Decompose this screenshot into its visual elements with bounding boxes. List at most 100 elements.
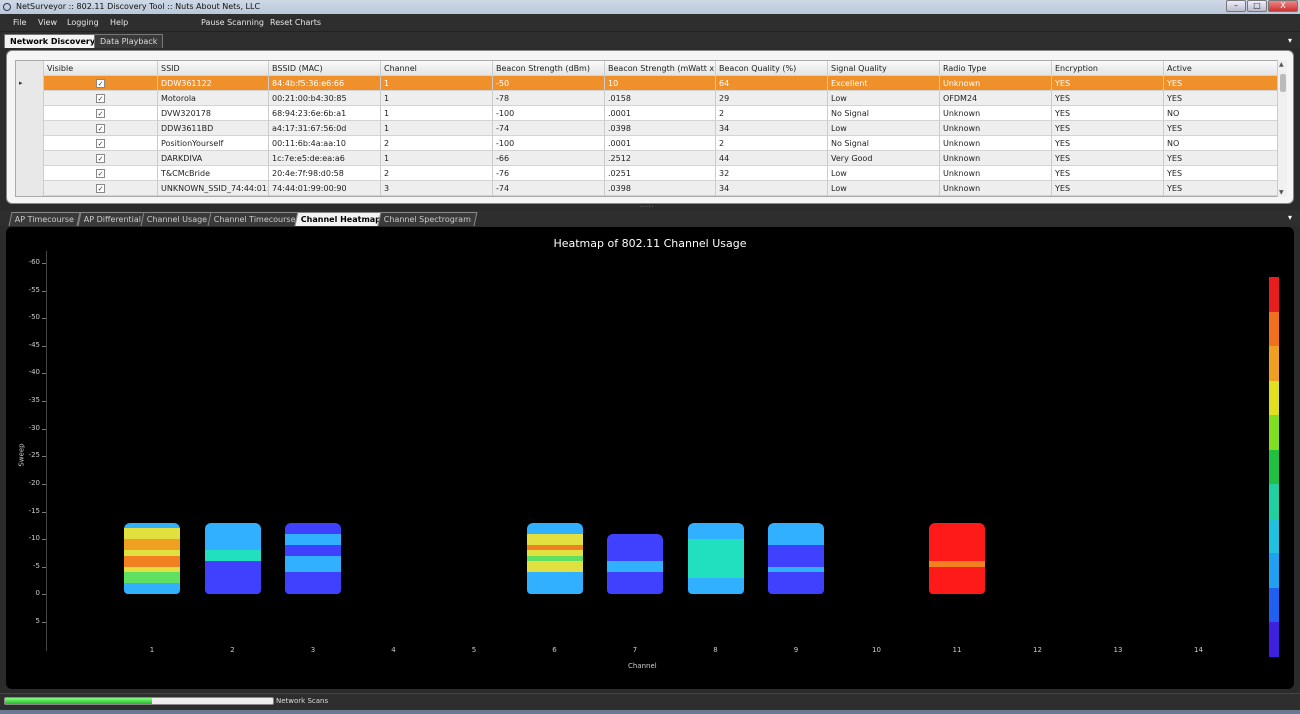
table-cell: 3 <box>381 181 493 196</box>
visible-checkbox[interactable]: ✓ <box>96 139 105 148</box>
title-bar: NetSurveyor :: 802.11 Discovery Tool :: … <box>0 0 1300 14</box>
menu-view[interactable]: View <box>38 18 57 27</box>
heatmap-cell-ch9 <box>768 544 824 567</box>
column-header[interactable]: Radio Type <box>940 61 1052 76</box>
column-header[interactable]: Beacon Quality (%) <box>716 61 828 76</box>
row-header[interactable] <box>16 91 44 106</box>
chart-tab[interactable]: Channel Spectrogram <box>377 212 478 226</box>
color-scale-step <box>1269 415 1279 450</box>
heatmap-chart: Heatmap of 802.11 Channel Usage Sweep Ch… <box>6 227 1294 689</box>
y-tick-label: -30 <box>28 423 40 432</box>
y-tick-label: -40 <box>28 368 40 377</box>
y-tick-label: -10 <box>28 534 40 543</box>
table-cell: 2 <box>716 136 828 151</box>
chart-tab[interactable]: AP Differential <box>77 212 148 226</box>
visible-checkbox[interactable]: ✓ <box>96 169 105 178</box>
x-tick-label: 14 <box>1194 646 1203 654</box>
table-cell: -50 <box>493 76 605 91</box>
visible-checkbox[interactable]: ✓ <box>96 79 105 88</box>
table-cell: YES <box>1164 91 1278 106</box>
menu-logging[interactable]: Logging <box>67 18 99 27</box>
column-header[interactable]: Beacon Strength (dBm) <box>493 61 605 76</box>
visible-checkbox[interactable]: ✓ <box>96 124 105 133</box>
menu-help[interactable]: Help <box>110 18 128 27</box>
x-tick-label: 2 <box>230 646 235 654</box>
table-row[interactable]: ✓ PositionYourself 00:11:6b:4a:aa:10 2 -100.… <box>16 136 1278 151</box>
visible-checkbox[interactable]: ✓ <box>96 184 105 193</box>
heatmap-cell-ch11 <box>929 566 985 595</box>
chart-tab[interactable]: Channel Heatmap <box>294 212 388 226</box>
heatmap-cell-ch7 <box>607 561 663 573</box>
menu-file[interactable]: File <box>13 18 26 27</box>
table-cell: 29 <box>716 91 828 106</box>
table-row[interactable]: ✓ DARKDIVA 1c:7e:e5:de:ea:a6 1 -66.2512 44 Ver… <box>16 151 1278 166</box>
table-cell: Unknown <box>940 121 1052 136</box>
y-tick-label: -45 <box>28 340 40 349</box>
column-header[interactable]: Signal Quality <box>828 61 940 76</box>
grid-scrollbar[interactable]: ▲ ▼ <box>1277 60 1287 197</box>
column-header[interactable]: SSID <box>158 61 269 76</box>
pause-scanning-button[interactable]: Pause Scanning <box>201 18 264 27</box>
table-cell: 00:21:00:b4:30:85 <box>269 91 381 106</box>
column-header[interactable]: Encryption <box>1052 61 1164 76</box>
column-header[interactable]: Beacon Strength (mWatt x... <box>605 61 716 76</box>
maximize-button[interactable]: □ <box>1247 0 1267 12</box>
visible-checkbox[interactable]: ✓ <box>96 154 105 163</box>
y-tick-mark <box>42 539 46 541</box>
scroll-down-icon[interactable]: ▼ <box>1279 189 1284 196</box>
table-row[interactable]: ✓ T&CMcBride 20:4e:7f:98:d0:58 2 -76.0251 32 L… <box>16 166 1278 181</box>
column-header[interactable]: Visible <box>44 61 158 76</box>
table-cell: YES <box>1164 76 1278 91</box>
tab-network-discovery[interactable]: Network Discovery <box>4 34 102 48</box>
row-header[interactable] <box>16 106 44 121</box>
close-button[interactable]: X <box>1268 0 1298 12</box>
table-row[interactable]: ✓ DDW3611BD a4:17:31:67:56:0d 1 -74.0398 34 Lo… <box>16 121 1278 136</box>
y-tick-mark <box>42 428 46 430</box>
row-header[interactable] <box>16 136 44 151</box>
network-grid: Visible SSID BSSID (MAC) Channel Beacon Stre… <box>15 60 1279 197</box>
scroll-thumb[interactable] <box>1280 74 1286 92</box>
table-cell: YES <box>1164 121 1278 136</box>
color-scale-step <box>1269 311 1279 347</box>
row-header[interactable] <box>16 181 44 196</box>
column-header[interactable]: Active <box>1164 61 1278 76</box>
column-header[interactable]: Channel <box>381 61 493 76</box>
row-header[interactable] <box>16 121 44 136</box>
chevron-down-icon[interactable]: ▾ <box>1288 213 1292 222</box>
table-row[interactable]: ✓ DVW320178 68:94:23:6e:6b:a1 1 -100.0001 2 No… <box>16 106 1278 121</box>
table-cell: 84:4b:f5:36:e6:66 <box>269 76 381 91</box>
scan-progress-fill <box>5 698 153 704</box>
row-header[interactable] <box>16 151 44 166</box>
chart-tab[interactable]: Channel Usage <box>140 212 214 226</box>
chart-tab[interactable]: AP Timecourse <box>8 212 81 226</box>
table-cell: 34 <box>716 181 828 196</box>
visible-checkbox[interactable]: ✓ <box>96 94 105 103</box>
table-row[interactable]: ▸ ✓ DDW361122 84:4b:f5:36:e6:66 1 -50 10 64 Exce… <box>16 76 1278 91</box>
tab-data-playback[interactable]: Data Playback <box>94 34 164 48</box>
table-cell: 2 <box>381 136 493 151</box>
top-tab-strip: Network Discovery Data Playback ▾ <box>0 32 1300 48</box>
reset-charts-button[interactable]: Reset Charts <box>270 18 321 27</box>
table-cell: -76 <box>493 166 605 181</box>
window-controls: – □ X <box>1226 0 1298 12</box>
minimize-button[interactable]: – <box>1226 0 1246 12</box>
y-tick-label: -25 <box>28 451 40 460</box>
chevron-down-icon[interactable]: ▾ <box>1288 36 1292 45</box>
chart-tab[interactable]: Channel Timecourse <box>207 212 303 226</box>
chart-tab-label: Channel Spectrogram <box>383 215 471 224</box>
scroll-up-icon[interactable]: ▲ <box>1279 61 1284 68</box>
selected-row-arrow-icon: ▸ <box>19 79 23 87</box>
table-row[interactable]: ✓ Motorola 00:21:00:b4:30:85 1 -78.0158 29 Low… <box>16 91 1278 106</box>
heatmap-cell-ch6 <box>526 561 583 573</box>
visible-checkbox[interactable]: ✓ <box>96 109 105 118</box>
x-tick-label: 6 <box>552 646 557 654</box>
row-header[interactable] <box>16 166 44 181</box>
row-header[interactable]: ▸ <box>16 76 44 91</box>
y-tick-mark <box>42 621 46 623</box>
network-grid-panel: Visible SSID BSSID (MAC) Channel Beacon Stre… <box>6 50 1294 204</box>
magnifier-icon <box>3 3 11 11</box>
column-header[interactable]: BSSID (MAC) <box>269 61 381 76</box>
color-scale-bar <box>1269 277 1279 658</box>
table-row[interactable]: ✓ UNKNOWN_SSID_74:44:01:... 74:44:01:99:00… <box>16 181 1278 196</box>
menu-bar: File View Logging Help Pause Scanning Re… <box>0 14 1300 32</box>
